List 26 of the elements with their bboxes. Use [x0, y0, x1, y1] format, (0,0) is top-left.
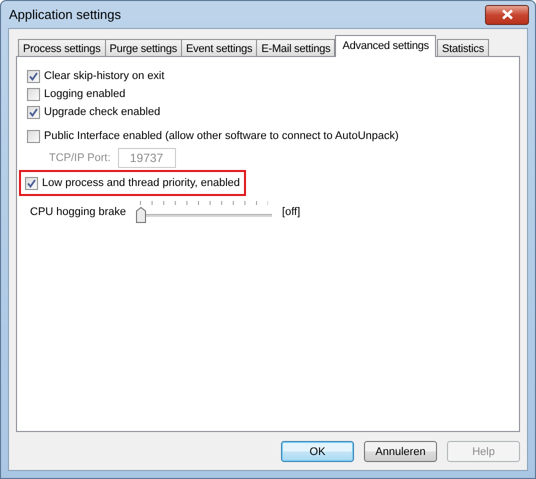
checkbox[interactable] — [27, 70, 40, 82]
checkbox-label: Upgrade check enabled — [44, 106, 160, 118]
checkbox-label: Low process and thread priority, enabled — [42, 177, 240, 189]
checkbox-label: Public Interface enabled (allow other software to connect to AutoUnpack) — [44, 130, 399, 142]
checkbox[interactable] — [25, 176, 38, 190]
close-icon — [500, 9, 514, 20]
dialog-button[interactable]: Annuleren — [364, 441, 437, 462]
dialog-button[interactable]: OK — [281, 441, 354, 462]
checkbox[interactable] — [27, 106, 40, 118]
checkbox[interactable] — [27, 88, 40, 100]
tab[interactable]: Event settings — [181, 39, 258, 57]
tab[interactable]: E-Mail settings — [256, 39, 336, 57]
slider-thumb[interactable] — [136, 207, 146, 223]
checkbox-label: Clear skip-history on exit — [44, 70, 164, 82]
slider-track[interactable] — [136, 201, 272, 223]
slider-label: CPU hogging brake — [30, 206, 126, 218]
tab[interactable]: Advanced settings — [335, 35, 436, 57]
checkbox[interactable] — [27, 130, 40, 142]
slider-value: [off] — [282, 206, 300, 218]
checkbox-label: Logging enabled — [44, 88, 126, 100]
tab[interactable]: Process settings — [18, 39, 106, 57]
close-button[interactable] — [485, 4, 529, 24]
tab[interactable]: Purge settings — [104, 39, 182, 57]
port-label: TCP/IP Port: — [49, 152, 111, 164]
tab[interactable]: Statistics — [436, 39, 489, 57]
window-title: Application settings — [8, 7, 122, 22]
